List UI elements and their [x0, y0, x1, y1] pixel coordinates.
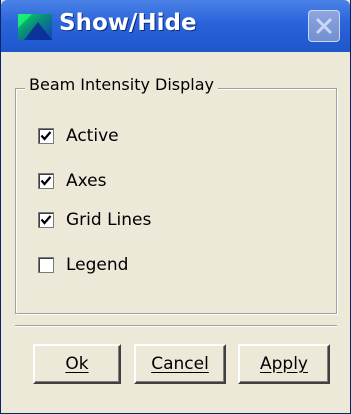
app-color-icon: [18, 14, 52, 40]
checkbox-grid-lines-box[interactable]: [38, 212, 54, 228]
checkbox-axes-box[interactable]: [38, 173, 54, 189]
checkbox-legend-box[interactable]: [38, 257, 54, 273]
beam-intensity-group: [15, 88, 337, 314]
checkbox-active[interactable]: Active: [38, 125, 119, 147]
checkbox-active-box[interactable]: [38, 128, 54, 144]
checkbox-axes-label: Axes: [66, 171, 107, 191]
ok-button[interactable]: Ok: [33, 344, 121, 384]
separator: [15, 325, 337, 327]
checkbox-axes[interactable]: Axes: [38, 170, 106, 192]
checkmark-icon: [40, 176, 52, 186]
show-hide-dialog: Show/Hide Beam Intensity Display Active …: [0, 0, 351, 414]
group-legend: Beam Intensity Display: [25, 75, 218, 94]
checkmark-icon: [40, 131, 52, 141]
cancel-button[interactable]: Cancel: [134, 344, 226, 384]
close-icon: [315, 17, 333, 35]
checkbox-legend[interactable]: Legend: [38, 254, 128, 276]
window-title: Show/Hide: [59, 10, 197, 36]
apply-button[interactable]: Apply: [238, 344, 330, 384]
checkbox-grid-lines[interactable]: Grid Lines: [38, 209, 151, 231]
close-button[interactable]: [308, 10, 340, 42]
checkbox-legend-label: Legend: [66, 255, 129, 275]
title-bar[interactable]: Show/Hide: [1, 0, 350, 52]
checkbox-active-label: Active: [66, 126, 119, 146]
checkbox-grid-lines-label: Grid Lines: [66, 210, 152, 230]
checkmark-icon: [40, 215, 52, 225]
